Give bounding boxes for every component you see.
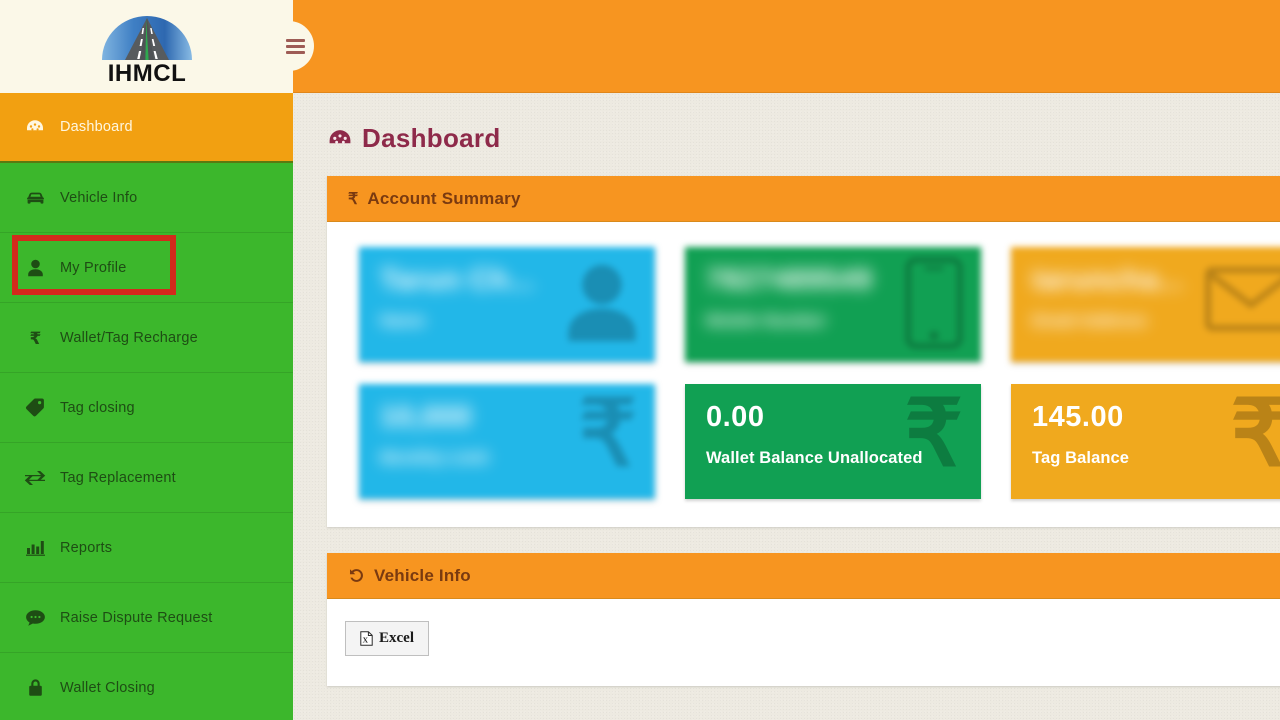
sidebar-item-wallet-closing[interactable]: Wallet Closing: [0, 653, 293, 720]
stat-label: Name: [380, 312, 426, 330]
sidebar-item-wallet-tag-recharge[interactable]: ₹ Wallet/Tag Recharge: [0, 303, 293, 373]
sidebar-item-my-profile[interactable]: My Profile: [0, 233, 293, 303]
tag-icon: [24, 398, 46, 417]
vehicle-info-title: Vehicle Info: [374, 565, 471, 585]
main-content-area: Dashboard ₹ Account Summary Tarun Ch... …: [293, 93, 1280, 720]
export-excel-button[interactable]: X Excel: [345, 621, 429, 656]
svg-text:IHMCL: IHMCL: [107, 60, 185, 84]
car-icon: [24, 190, 46, 206]
stat-label: Monthly Limit: [380, 449, 489, 467]
stat-value: 7827489549: [706, 264, 873, 296]
account-summary-body: Tarun Ch... Name 7827489549 Mobile Numbe…: [327, 222, 1280, 527]
rupee-icon: ₹: [348, 190, 359, 208]
svg-text:₹: ₹: [29, 329, 41, 347]
top-header-bar: [293, 0, 1280, 93]
lock-icon: [24, 678, 46, 697]
stat-card-name: Tarun Ch... Name: [359, 247, 655, 362]
sidebar-item-raise-dispute-request[interactable]: Raise Dispute Request: [0, 583, 293, 653]
page-title-text: Dashboard: [362, 123, 501, 153]
sidebar-item-label: Wallet/Tag Recharge: [60, 329, 198, 346]
brand-logo-area: IHMCL: [0, 0, 293, 93]
ihmcl-logo: IHMCL: [95, 10, 199, 84]
stat-card-tag-balance: ₹ 145.00 Tag Balance: [1011, 384, 1280, 499]
comment-icon: [24, 609, 46, 627]
stat-value: 10,000: [380, 401, 472, 433]
dashboard-icon: [327, 126, 353, 152]
sidebar-navigation: Dashboard Vehicle Info My Profile ₹ Wall…: [0, 93, 293, 720]
stat-label: Wallet Balance Unallocated: [706, 449, 923, 467]
stat-card-wallet-balance-unallocated: ₹ 0.00 Wallet Balance Unallocated: [685, 384, 981, 499]
sidebar-item-vehicle-info[interactable]: Vehicle Info: [0, 163, 293, 233]
page-title: Dashboard: [327, 123, 1280, 154]
dashboard-icon: [24, 117, 46, 137]
stat-value: Tarun Ch...: [380, 264, 535, 296]
vehicle-info-header: Vehicle Info: [327, 553, 1280, 599]
sidebar-item-reports[interactable]: Reports: [0, 513, 293, 583]
sidebar-item-label: Tag Replacement: [60, 469, 176, 486]
sidebar-item-label: Tag closing: [60, 399, 135, 416]
account-summary-header: ₹ Account Summary: [327, 176, 1280, 222]
stat-card-monthly-limit: ₹ 10,000 Monthly Limit: [359, 384, 655, 499]
sidebar-item-label: Raise Dispute Request: [60, 609, 213, 626]
application-window: IHMCL Dashboard Vehicle Info My Profile …: [0, 0, 1280, 720]
stat-value: taruncha...: [1032, 264, 1185, 296]
account-summary-title: Account Summary: [367, 188, 521, 208]
sidebar-item-label: Vehicle Info: [60, 189, 138, 206]
excel-file-icon: X: [360, 631, 373, 646]
vehicle-info-body: X Excel: [327, 599, 1280, 686]
bar-chart-icon: [24, 539, 46, 556]
sidebar-item-label: Reports: [60, 539, 113, 556]
ihmcl-logo-icon: IHMCL: [101, 15, 192, 84]
svg-text:X: X: [363, 635, 369, 644]
sidebar-item-label: Dashboard: [60, 119, 133, 135]
export-excel-label: Excel: [379, 630, 414, 646]
account-summary-panel: ₹ Account Summary Tarun Ch... Name 78274…: [327, 176, 1280, 527]
sidebar-item-tag-replacement[interactable]: Tag Replacement: [0, 443, 293, 513]
exchange-icon: [24, 470, 46, 486]
hamburger-icon: [285, 38, 305, 54]
sidebar-item-dashboard[interactable]: Dashboard: [0, 93, 293, 163]
vehicle-info-panel: Vehicle Info X Excel: [327, 553, 1280, 686]
sidebar-item-tag-closing[interactable]: Tag closing: [0, 373, 293, 443]
user-icon: [24, 259, 46, 277]
stat-card-row: Tarun Ch... Name 7827489549 Mobile Numbe…: [359, 247, 1280, 362]
history-icon: [348, 567, 365, 584]
sidebar-item-label: My Profile: [60, 259, 127, 276]
stat-label: Email Address: [1032, 312, 1148, 330]
stat-card-row: ₹ 10,000 Monthly Limit ₹ 0.00 Wallet Bal…: [359, 384, 1280, 499]
stat-label: Mobile Number: [706, 312, 827, 330]
stat-value: 0.00: [706, 401, 765, 433]
stat-card-mobile-number: 7827489549 Mobile Number: [685, 247, 981, 362]
stat-value: 145.00: [1032, 401, 1124, 433]
stat-label: Tag Balance: [1032, 449, 1130, 467]
sidebar-item-label: Wallet Closing: [60, 679, 155, 696]
stat-card-email-address: taruncha... Email Address: [1011, 247, 1280, 362]
rupee-icon: ₹: [24, 328, 46, 347]
